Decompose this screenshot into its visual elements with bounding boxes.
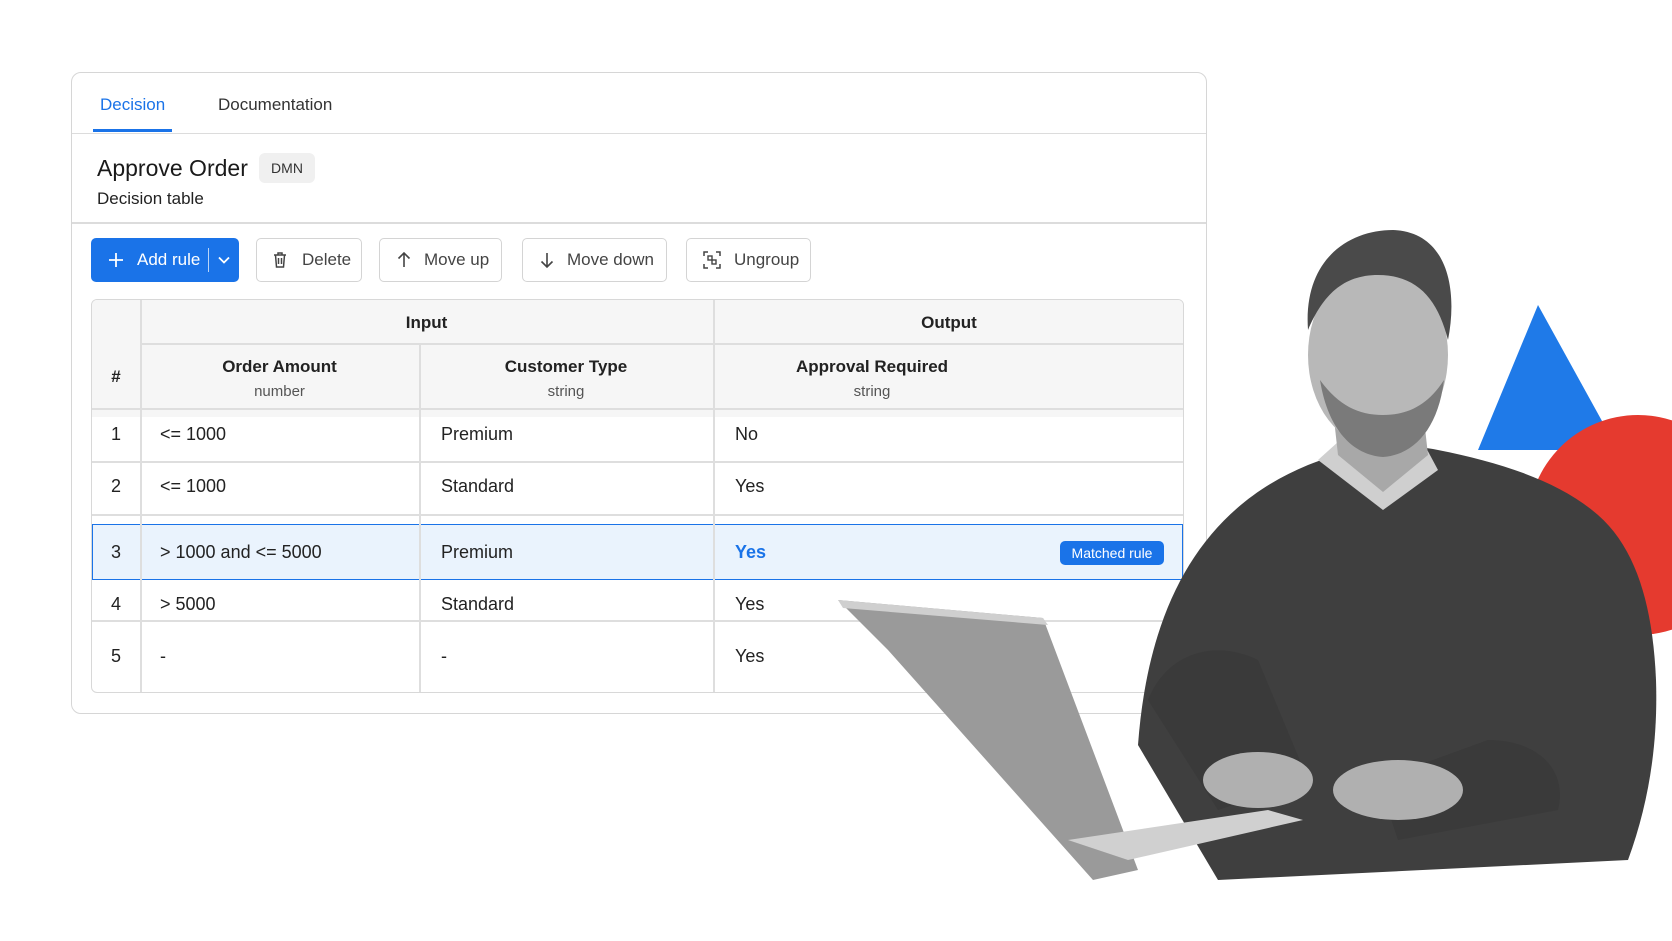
active-tab-indicator [93, 129, 172, 132]
dmn-badge: DMN [259, 153, 315, 183]
tab-decision[interactable]: Decision [100, 95, 165, 115]
person-with-laptop-photo [838, 230, 1672, 880]
approval-cell[interactable]: Yes [735, 542, 766, 563]
row-number: 1 [110, 424, 121, 444]
delete-button[interactable]: Delete [256, 238, 362, 282]
tab-documentation[interactable]: Documentation [218, 95, 332, 115]
customer-type-cell[interactable]: Premium [441, 542, 513, 563]
row-number: 3 [110, 542, 121, 562]
index-header: # [111, 367, 121, 386]
delete-label: Delete [302, 250, 352, 269]
arrow-up-icon [397, 251, 411, 267]
move-down-button[interactable]: Move down [522, 238, 667, 282]
customer-type-cell[interactable]: Standard [441, 594, 514, 615]
chevron-down-icon[interactable] [217, 253, 231, 267]
trash-icon [274, 252, 286, 268]
approval-cell[interactable]: Yes [735, 476, 764, 497]
order-amount-cell[interactable]: > 5000 [160, 594, 216, 615]
approval-cell[interactable]: Yes [735, 594, 764, 615]
person-hand [1333, 760, 1463, 820]
row-number: 4 [110, 594, 121, 614]
move-down-label: Move down [567, 250, 654, 269]
add-rule-label: Add rule [137, 250, 201, 269]
decision-subtitle: Decision table [97, 189, 204, 208]
order-amount-cell[interactable]: > 1000 and <= 5000 [160, 542, 322, 563]
ungroup-icon [703, 251, 721, 269]
column-type-customer-type: string [547, 383, 585, 400]
tab-bar: Decision Documentation [72, 73, 1206, 134]
order-amount-cell[interactable]: - [160, 646, 166, 667]
decision-title: Approve Order [97, 155, 248, 181]
approval-cell[interactable]: Yes [735, 646, 764, 667]
order-amount-cell[interactable]: <= 1000 [160, 424, 226, 445]
ungroup-button[interactable]: Ungroup [686, 238, 811, 282]
approval-cell[interactable]: No [735, 424, 758, 445]
split-separator [208, 248, 210, 272]
order-amount-cell[interactable]: <= 1000 [160, 476, 226, 497]
person-hand [1203, 752, 1313, 808]
input-group-header: Input [405, 313, 448, 332]
customer-type-cell[interactable]: Standard [441, 476, 514, 497]
column-type-order-amount: number [254, 383, 305, 400]
plus-icon [109, 253, 123, 267]
arrow-down-icon [540, 253, 554, 269]
add-rule-button[interactable]: Add rule [91, 238, 239, 282]
row-number: 5 [110, 646, 121, 666]
ungroup-label: Ungroup [734, 250, 800, 269]
row-number: 2 [110, 476, 121, 496]
move-up-label: Move up [424, 250, 490, 269]
customer-type-cell[interactable]: - [441, 646, 447, 667]
column-header-customer-type[interactable]: Customer Type [419, 357, 713, 377]
customer-type-cell[interactable]: Premium [441, 424, 513, 445]
move-up-button[interactable]: Move up [379, 238, 502, 282]
column-header-order-amount[interactable]: Order Amount [140, 357, 419, 377]
